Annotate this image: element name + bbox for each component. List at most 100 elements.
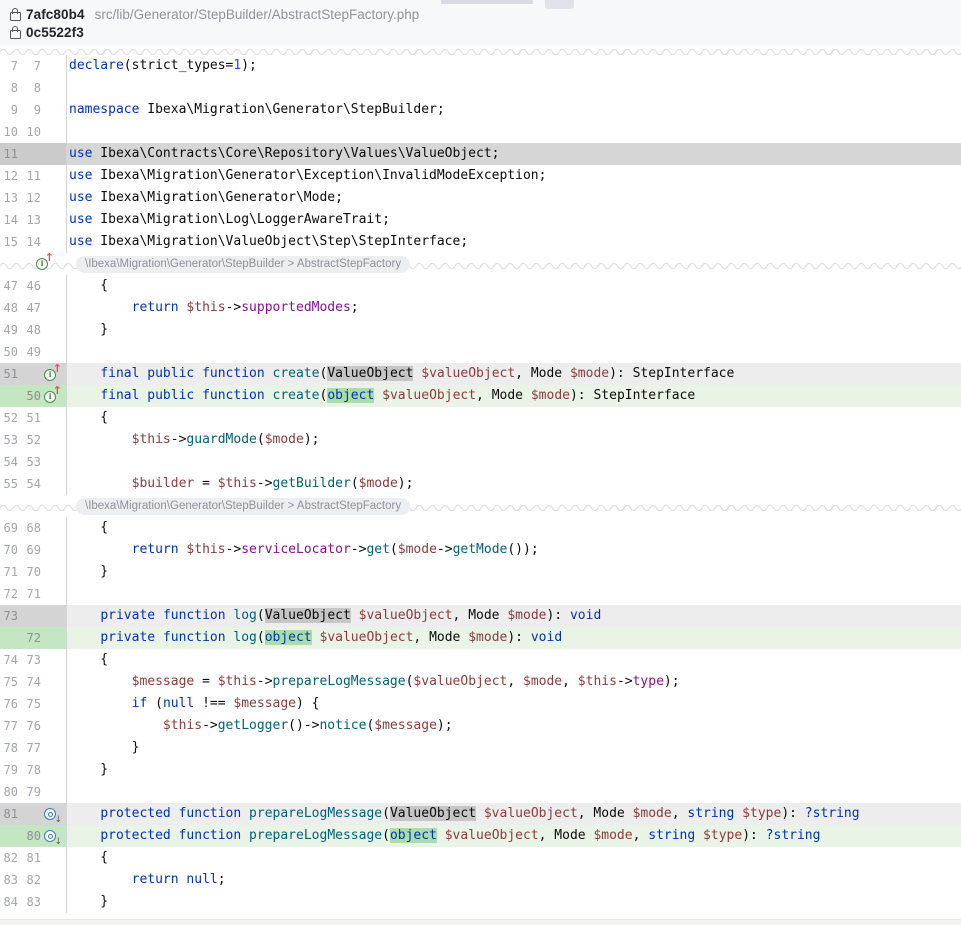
diff-line[interactable]: 7574 $message = $this->prepareLogMessage… [0,671,961,693]
code-line[interactable] [67,781,961,803]
fold-breadcrumb[interactable]: \Ibexa\Migration\Generator\StepBuilder >… [76,256,410,273]
code-line[interactable]: return null; [67,869,961,891]
diff-line[interactable]: 4847 return $this->supportedModes; [0,297,961,319]
diff-line[interactable]: 5352 $this->guardMode($mode); [0,429,961,451]
diff-line[interactable]: 5049 [0,341,961,363]
code-line[interactable]: $this->guardMode($mode); [67,429,961,451]
code-line[interactable]: { [67,275,961,297]
code-line[interactable]: } [67,319,961,341]
diff-line[interactable]: 8382 return null; [0,869,961,891]
code-line[interactable]: return $this->supportedModes; [67,297,961,319]
code-line[interactable]: $message = $this->prepareLogMessage($val… [67,671,961,693]
gutter-icon-slot [41,55,63,77]
diff-line[interactable]: 99namespace Ibexa\Migration\Generator\St… [0,99,961,121]
diff-line[interactable]: 5453 [0,451,961,473]
gutter-icon-slot [41,517,63,539]
fold-separator[interactable]: \Ibexa\Migration\Generator\StepBuilder >… [0,495,961,517]
diff-line[interactable]: 7776 $this->getLogger()->notice($message… [0,715,961,737]
code-line[interactable] [67,121,961,143]
diff-line[interactable]: 80↓ protected function prepareLogMessage… [0,825,961,847]
diff-line[interactable]: 6968 { [0,517,961,539]
code-line[interactable]: { [67,517,961,539]
code-line[interactable]: final public function create(object $val… [67,385,961,407]
overridden-method-icon[interactable]: ↓ [44,807,60,822]
code-line[interactable]: use Ibexa\Migration\ValueObject\Step\Ste… [67,231,961,253]
diff-line[interactable]: 88 [0,77,961,99]
code-line[interactable]: { [67,847,961,869]
diff-line[interactable]: 1413use Ibexa\Migration\Log\LoggerAwareT… [0,209,961,231]
diff-line[interactable]: 7069 return $this->serviceLocator->get($… [0,539,961,561]
gutter: 8079 [0,781,67,803]
diff-line[interactable]: 73 private function log(ValueObject $val… [0,605,961,627]
lock-icon [10,12,21,21]
diff-line[interactable]: 1514use Ibexa\Migration\ValueObject\Step… [0,231,961,253]
code-line[interactable]: } [67,759,961,781]
code-line[interactable]: $builder = $this->getBuilder($mode); [67,473,961,495]
gutter-icon-slot [41,847,63,869]
overridden-method-icon[interactable]: ↓ [44,829,60,844]
diff-line[interactable]: 7877 } [0,737,961,759]
diff-line[interactable]: 72 private function log(object $valueObj… [0,627,961,649]
implements-method-icon[interactable]: I↑ [44,367,60,382]
gutter: 8281 [0,847,67,869]
implements-method-icon[interactable]: I↑ [36,256,52,271]
code-line[interactable]: namespace Ibexa\Migration\Generator\Step… [67,99,961,121]
code-line[interactable]: if (null !== $message) { [67,693,961,715]
diff-line[interactable]: 7675 if (null !== $message) { [0,693,961,715]
code-line[interactable] [67,77,961,99]
diff-line[interactable]: 7271 [0,583,961,605]
code-line[interactable]: } [67,737,961,759]
code-line[interactable]: use Ibexa\Migration\Generator\Exception\… [67,165,961,187]
gutter: 1211 [0,165,67,187]
diff-line[interactable]: 81↓ protected function prepareLogMessage… [0,803,961,825]
diff-line[interactable]: 7170 } [0,561,961,583]
line-number-old: 83 [0,869,18,891]
code-line[interactable]: return $this->serviceLocator->get($mode-… [67,539,961,561]
line-number-old: 75 [0,671,18,693]
diff-line[interactable]: 8079 [0,781,961,803]
gutter: 77 [0,55,67,77]
diff-line[interactable]: 4948 } [0,319,961,341]
fold-separator[interactable]: I↑ \Ibexa\Migration\Generator\StepBuilder… [0,253,961,275]
code-line[interactable]: private function log(object $valueObject… [67,627,961,649]
code-line[interactable]: } [67,891,961,913]
diff-line[interactable]: 1211use Ibexa\Migration\Generator\Except… [0,165,961,187]
code-line[interactable]: $this->getLogger()->notice($message); [67,715,961,737]
line-number-new: 78 [20,759,41,781]
code-line[interactable] [67,341,961,363]
code-line[interactable]: declare(strict_types=1); [67,55,961,77]
code-line[interactable] [67,451,961,473]
code-line[interactable]: use Ibexa\Contracts\Core\Repository\Valu… [67,143,961,165]
line-number-new: 69 [20,539,41,561]
line-number-old: 74 [0,649,18,671]
line-number-old [0,385,18,407]
code-line[interactable]: use Ibexa\Migration\Generator\Mode; [67,187,961,209]
code-line[interactable]: final public function create(ValueObject… [67,363,961,385]
diff-line[interactable]: 7978 } [0,759,961,781]
diff-line[interactable]: 8281 { [0,847,961,869]
code-line[interactable]: protected function prepareLogMessage(Val… [67,803,961,825]
diff-line[interactable]: 1010 [0,121,961,143]
implements-method-icon[interactable]: I↑ [44,389,60,404]
diff-line[interactable]: 11use Ibexa\Contracts\Core\Repository\Va… [0,143,961,165]
diff-line[interactable]: 5251 { [0,407,961,429]
code-line[interactable]: use Ibexa\Migration\Log\LoggerAwareTrait… [67,209,961,231]
code-line[interactable] [67,583,961,605]
diff-line[interactable]: 1312use Ibexa\Migration\Generator\Mode; [0,187,961,209]
diff-line[interactable]: 5554 $builder = $this->getBuilder($mode)… [0,473,961,495]
diff-line[interactable]: 4746 { [0,275,961,297]
diff-line[interactable]: 51I↑ final public function create(ValueO… [0,363,961,385]
diff-line[interactable]: 7473 { [0,649,961,671]
line-number-new: 48 [20,319,41,341]
diff-body: 77declare(strict_types=1);8899namespace … [0,55,961,913]
code-line[interactable]: { [67,407,961,429]
code-line[interactable]: protected function prepareLogMessage(obj… [67,825,961,847]
line-number-new: 51 [20,407,41,429]
diff-line[interactable]: 50I↑ final public function create(object… [0,385,961,407]
code-line[interactable]: private function log(ValueObject $valueO… [67,605,961,627]
code-line[interactable]: { [67,649,961,671]
code-line[interactable]: } [67,561,961,583]
diff-line[interactable]: 8483 } [0,891,961,913]
diff-line[interactable]: 77declare(strict_types=1); [0,55,961,77]
fold-breadcrumb[interactable]: \Ibexa\Migration\Generator\StepBuilder >… [76,498,410,515]
